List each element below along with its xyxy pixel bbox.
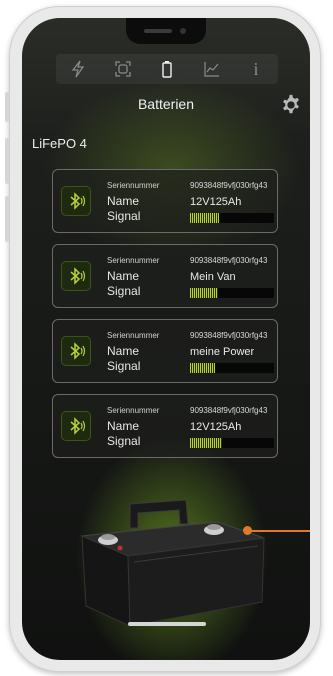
battery-card[interactable]: Seriennummer Name Signal 9093848f9vfj030… xyxy=(52,244,278,308)
serial-label: Seriennummer xyxy=(107,406,160,415)
callout-line xyxy=(248,530,310,532)
page-title: Batterien xyxy=(137,96,195,112)
name-label: Name xyxy=(107,194,140,208)
name-label: Name xyxy=(107,344,140,358)
tab-bar: i xyxy=(56,54,278,84)
name-label: Name xyxy=(107,269,140,283)
notch xyxy=(126,18,206,44)
serial-value: 9093848f9vfj030rfg43 xyxy=(190,406,268,415)
tab-scan[interactable] xyxy=(107,55,139,83)
tab-chart[interactable] xyxy=(196,55,228,83)
info-icon: i xyxy=(253,58,259,79)
home-indicator xyxy=(128,622,206,626)
bluetooth-icon xyxy=(61,411,91,441)
side-button xyxy=(5,92,9,122)
serial-label: Seriennummer xyxy=(107,181,160,190)
name-value: Mein Van xyxy=(190,271,236,283)
lightning-icon xyxy=(71,60,85,78)
signal-label: Signal xyxy=(107,434,141,448)
side-button xyxy=(5,138,9,184)
tab-info[interactable]: i xyxy=(240,55,272,83)
bluetooth-icon xyxy=(61,186,91,216)
signal-bar xyxy=(190,213,274,223)
battery-card[interactable]: Seriennummer Name Signal 9093848f9vfj030… xyxy=(52,394,278,458)
bluetooth-icon xyxy=(61,336,91,366)
signal-bar xyxy=(190,438,274,448)
battery-card[interactable]: Seriennummer Name Signal 9093848f9vfj030… xyxy=(52,319,278,383)
serial-label: Seriennummer xyxy=(107,256,160,265)
signal-bar xyxy=(190,363,274,373)
app-screen: i Batterien LiFePO 4 Seriennummer Name S… xyxy=(22,18,310,660)
tab-batteries[interactable] xyxy=(151,55,183,83)
serial-value: 9093848f9vfj030rfg43 xyxy=(190,331,268,340)
chart-icon xyxy=(203,62,219,77)
signal-label: Signal xyxy=(107,209,141,223)
name-value: 12V125Ah xyxy=(190,421,242,433)
signal-fill xyxy=(190,363,216,373)
camera xyxy=(180,28,186,34)
signal-fill xyxy=(190,438,222,448)
scan-icon xyxy=(114,61,131,77)
signal-label: Signal xyxy=(107,284,141,298)
serial-value: 9093848f9vfj030rfg43 xyxy=(190,181,268,190)
battery-card[interactable]: Seriennummer Name Signal 9093848f9vfj030… xyxy=(52,169,278,233)
tab-power[interactable] xyxy=(62,55,94,83)
name-value: meine Power xyxy=(190,346,255,358)
battery-type-label: LiFePO 4 xyxy=(32,136,87,151)
battery-icon xyxy=(162,61,172,78)
serial-label: Seriennummer xyxy=(107,331,160,340)
name-label: Name xyxy=(107,419,140,433)
signal-fill xyxy=(190,288,218,298)
name-value: 12V125Ah xyxy=(190,196,242,208)
signal-bar xyxy=(190,288,274,298)
gear-icon[interactable] xyxy=(280,94,302,116)
serial-value: 9093848f9vfj030rfg43 xyxy=(190,256,268,265)
battery-product-image xyxy=(80,499,265,627)
speaker xyxy=(144,29,172,33)
signal-label: Signal xyxy=(107,359,141,373)
signal-fill xyxy=(190,213,220,223)
bluetooth-icon xyxy=(61,261,91,291)
side-button xyxy=(5,196,9,242)
